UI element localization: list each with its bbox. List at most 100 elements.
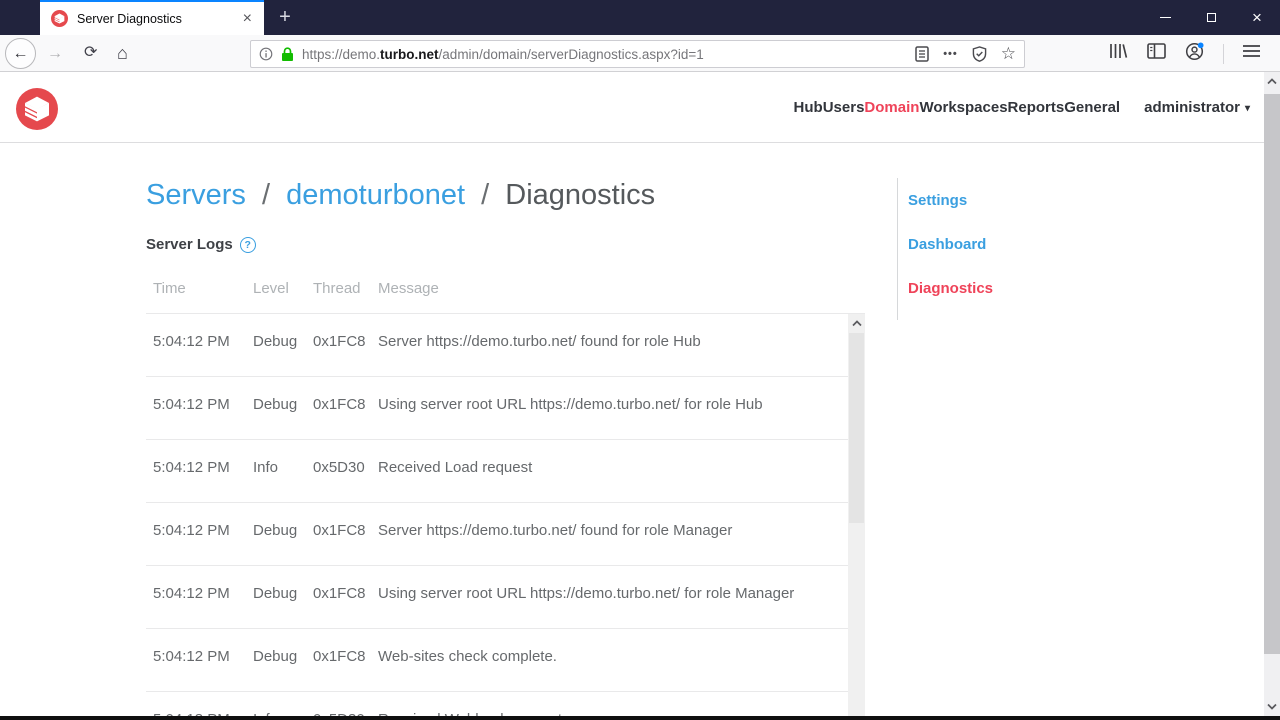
breadcrumb-server-link[interactable]: demoturbonet: [286, 179, 465, 211]
log-row: 5:04:12 PM Debug 0x1FC8 Server https://d…: [146, 314, 848, 377]
nav-item[interactable]: Domain: [864, 99, 919, 116]
library-icon[interactable]: [1108, 42, 1128, 65]
scroll-down-icon[interactable]: [1267, 703, 1277, 710]
log-thread: 0x1FC8: [313, 522, 366, 539]
account-icon[interactable]: [1185, 41, 1204, 66]
breadcrumb: Servers / demoturbonet / Diagnostics: [146, 179, 655, 212]
log-scrollbar-thumb[interactable]: [849, 333, 864, 523]
log-level: Debug: [253, 585, 298, 602]
log-level: Debug: [253, 333, 298, 350]
log-row: 5:04:12 PM Debug 0x1FC8 Web-sites check …: [146, 629, 848, 692]
log-time: 5:04:12 PM: [153, 585, 230, 602]
log-row: 5:04:12 PM Debug 0x1FC8 Server https://d…: [146, 503, 848, 566]
section-title-label: Server Logs: [146, 236, 233, 253]
page-scrollbar[interactable]: [1264, 72, 1280, 716]
log-row: 5:04:12 PM Info 0x5D30 Received Load req…: [146, 440, 848, 503]
home-button[interactable]: ⌂: [117, 44, 128, 62]
breadcrumb-servers-link[interactable]: Servers: [146, 179, 246, 211]
column-header-message: Message: [378, 280, 439, 297]
turbo-logo-icon[interactable]: [16, 88, 58, 130]
sidebar-item[interactable]: Dashboard: [908, 237, 1077, 252]
title-bar: Server Diagnostics × + ×: [0, 0, 1280, 35]
log-level: Debug: [253, 396, 298, 413]
log-time: 5:04:12 PM: [153, 522, 230, 539]
user-menu[interactable]: administrator ▾: [1144, 99, 1250, 116]
page-info-icon[interactable]: [259, 47, 273, 61]
log-row: 5:04:12 PM Debug 0x1FC8 Using server roo…: [146, 566, 848, 629]
nav-item[interactable]: General: [1064, 99, 1120, 116]
browser-tab[interactable]: Server Diagnostics ×: [40, 0, 264, 35]
nav-item[interactable]: Hub: [794, 99, 823, 116]
log-time: 5:04:12 PM: [153, 459, 230, 476]
column-header-time: Time: [153, 280, 186, 297]
log-thread: 0x1FC8: [313, 585, 366, 602]
tracking-protection-shield-icon[interactable]: [972, 46, 987, 62]
log-row: 5:04:18 PM Info 0x5D30 Received Webhook …: [146, 692, 848, 717]
maximize-icon: [1206, 13, 1216, 22]
site-nav: HubUsersDomainWorkspacesReportsGeneral a…: [794, 72, 1250, 143]
breadcrumb-current: Diagnostics: [505, 179, 656, 211]
log-message: Using server root URL https://demo.turbo…: [378, 585, 795, 602]
url-prefix: https://demo.: [302, 46, 381, 62]
log-thread: 0x1FC8: [313, 648, 366, 665]
log-message: Web-sites check complete.: [378, 648, 557, 665]
menu-hamburger-icon[interactable]: [1243, 44, 1260, 63]
page-actions-icon[interactable]: •••: [943, 48, 958, 60]
log-time: 5:04:12 PM: [153, 648, 230, 665]
log-level: Debug: [253, 648, 298, 665]
turbo-favicon-icon: [51, 10, 68, 27]
log-rows: 5:04:12 PM Debug 0x1FC8 Server https://d…: [146, 314, 848, 716]
help-icon[interactable]: ?: [239, 236, 256, 253]
log-message: Server https://demo.turbo.net/ found for…: [378, 522, 733, 539]
back-button[interactable]: ←: [5, 38, 36, 69]
nav-item[interactable]: Reports: [1008, 99, 1065, 116]
log-thread: 0x5D30: [313, 459, 365, 476]
log-message: Received Load request: [378, 459, 533, 476]
chevron-down-icon: ▾: [1244, 103, 1250, 114]
log-thread: 0x1FC8: [313, 333, 366, 350]
browser-window: Server Diagnostics × + × ← → ⟳ ⌂ https:/…: [0, 0, 1280, 720]
sidebar-item[interactable]: Diagnostics: [908, 281, 1077, 296]
scroll-up-icon[interactable]: [851, 320, 862, 327]
url-host: turbo.net: [380, 46, 439, 62]
scroll-up-icon[interactable]: [1267, 78, 1277, 85]
breadcrumb-separator: /: [261, 179, 271, 211]
https-lock-icon[interactable]: [281, 46, 294, 62]
url-path: /admin/domain/serverDiagnostics.aspx?id=…: [438, 46, 704, 62]
log-thread: 0x1FC8: [313, 396, 366, 413]
log-time: 5:04:12 PM: [153, 396, 230, 413]
sidebar-item[interactable]: Settings: [908, 193, 1077, 208]
log-message: Using server root URL https://demo.turbo…: [378, 396, 763, 413]
log-table-header: Time Level Thread Message: [146, 280, 848, 297]
back-icon: ←: [12, 44, 29, 62]
log-message: Server https://demo.turbo.net/ found for…: [378, 333, 701, 350]
log-row: 5:04:12 PM Debug 0x1FC8 Using server roo…: [146, 377, 848, 440]
log-time: 5:04:12 PM: [153, 333, 230, 350]
user-menu-label: administrator: [1144, 99, 1240, 116]
sidebar-toggle-icon[interactable]: [1147, 43, 1166, 64]
bookmark-star-icon[interactable]: ☆: [1001, 44, 1016, 64]
close-icon: ×: [1252, 8, 1262, 27]
nav-item[interactable]: Users: [823, 99, 865, 116]
window-minimize-button[interactable]: [1142, 0, 1188, 35]
page-sidebar: Settings Dashboard Diagnostics: [897, 178, 1077, 320]
tab-close-icon[interactable]: ×: [239, 9, 256, 29]
url-text[interactable]: https://demo.turbo.net/admin/domain/serv…: [302, 47, 901, 62]
new-tab-button[interactable]: +: [272, 4, 298, 30]
reload-button[interactable]: ⟳: [84, 45, 97, 61]
log-level: Info: [253, 459, 279, 476]
window-controls: ×: [1142, 0, 1280, 35]
reader-mode-icon[interactable]: [915, 46, 929, 62]
forward-button[interactable]: →: [47, 46, 63, 62]
section-title: Server Logs ?: [146, 236, 256, 253]
window-close-button[interactable]: ×: [1234, 0, 1280, 35]
nav-item[interactable]: Workspaces: [919, 99, 1007, 116]
screen-edge-strip: [0, 716, 1280, 720]
page-scrollbar-thumb[interactable]: [1264, 94, 1280, 654]
log-viewport: 5:04:12 PM Debug 0x1FC8 Server https://d…: [146, 313, 865, 716]
site-header: HubUsersDomainWorkspacesReportsGeneral a…: [0, 72, 1280, 143]
column-header-level: Level: [253, 280, 289, 297]
window-maximize-button[interactable]: [1188, 0, 1234, 35]
log-scrollbar[interactable]: [848, 314, 865, 716]
address-bar[interactable]: https://demo.turbo.net/admin/domain/serv…: [250, 40, 1025, 68]
